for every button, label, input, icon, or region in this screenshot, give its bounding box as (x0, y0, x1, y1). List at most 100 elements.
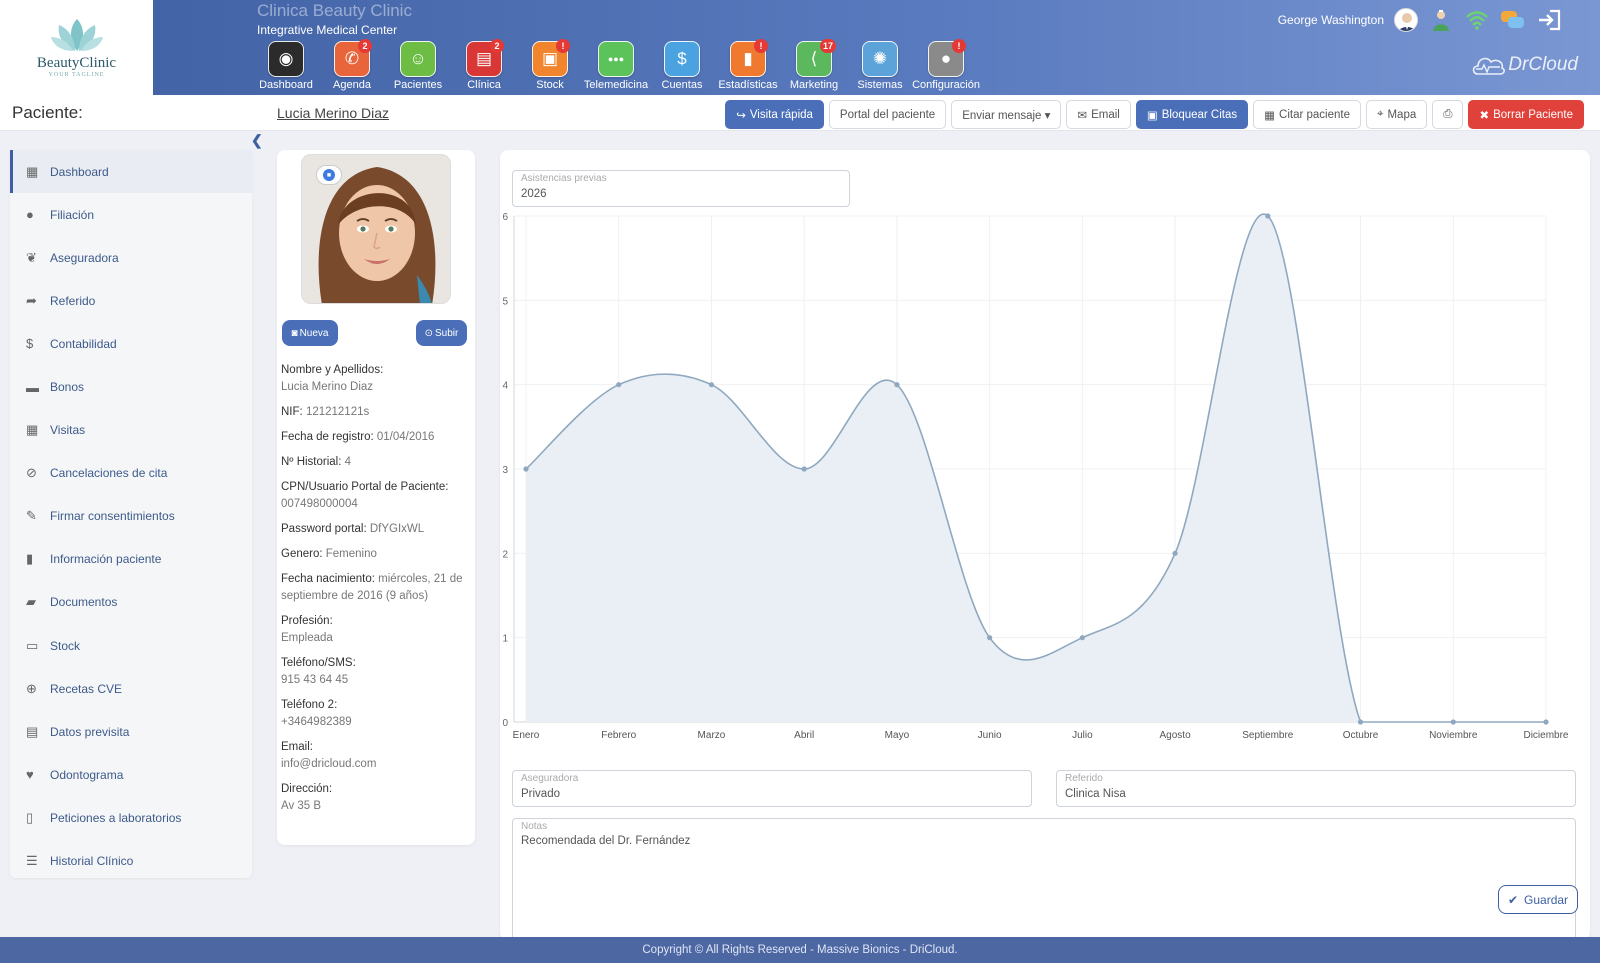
patient-info-value: 121212121s (305, 406, 370, 418)
notes-value: Recomendada del Dr. Fernández (521, 835, 691, 847)
block-appointments-button-label: Bloquear Citas (1161, 108, 1238, 121)
sidebar-item[interactable]: ▮ Información paciente (10, 538, 252, 581)
nav-clipboard[interactable]: ▤ Clínica 2 (451, 39, 517, 95)
nav-patient[interactable]: ☺ Pacientes (385, 41, 451, 95)
patient-bar: Paciente: Lucia Merino Diaz ↪ Visita rápi… (0, 95, 1600, 131)
user-name[interactable]: George Washington (1278, 13, 1384, 27)
sidebar-item[interactable]: ☰ Historial Clínico (10, 840, 252, 883)
chart-area (526, 214, 1546, 722)
chart-point (1079, 635, 1085, 641)
patient-name-link[interactable]: Lucia Merino Diaz (277, 105, 389, 121)
sidebar-item[interactable]: ✎ Firmar consentimientos (10, 495, 252, 538)
patient-info-value: 4 (344, 456, 352, 468)
logout-icon[interactable] (1536, 8, 1562, 32)
patient-info-key: Teléfono 2: (281, 699, 338, 711)
new-photo-button[interactable]: ◙ Nueva (282, 320, 338, 346)
dashboard-panel: Asistencias previas 2026 0 1 2 3 4 5 6 Enero Feb… (500, 150, 1590, 940)
nav-phone[interactable]: ✆ Agenda 2 (319, 39, 385, 95)
nav-money-hand[interactable]: $ Cuentas (649, 41, 715, 95)
year-select-value: 2026 (521, 188, 547, 200)
insurer-value: Privado (521, 788, 560, 800)
save-button[interactable]: ✔ Guardar (1498, 885, 1578, 914)
send-message-dropdown[interactable]: Enviar mensaje ▾ (951, 100, 1062, 129)
sidebar-item[interactable]: ⊘ Cancelaciones de cita (10, 452, 252, 495)
upload-icon: ⊙ (424, 327, 434, 339)
sidebar-item[interactable]: ▦ Dashboard (10, 150, 252, 194)
patient-info-row: Email: info@dricloud.com (281, 739, 471, 773)
collapse-sidebar-icon[interactable]: ❮ (251, 132, 263, 149)
print-button[interactable]: ⎙ (1432, 100, 1464, 129)
video-call-chip[interactable]: ■ (316, 165, 342, 185)
chart-x-tick-label: Enero (513, 730, 540, 741)
nav-gear[interactable]: ✺ Sistemas (847, 41, 913, 95)
sidebar-item[interactable]: ▬ Bonos (10, 365, 252, 408)
patient-info-key: NIF: (281, 406, 303, 418)
patient-info-row: Fecha nacimiento: miércoles, 21 de septi… (281, 571, 471, 605)
nav-box[interactable]: ▣ Stock! (517, 39, 583, 95)
email-button-label: Email (1091, 108, 1120, 121)
delete-patient-icon: ✖ (1479, 109, 1490, 122)
sidebar-item-label: Odontograma (50, 767, 124, 782)
chart-point (1265, 213, 1271, 219)
sidebar-item[interactable]: ▭ Stock (10, 624, 252, 667)
patient-info-value: 01/04/2016 (376, 431, 435, 443)
money-hand-icon: $ (664, 41, 700, 77)
patient-info-row: Password portal: DfYGIxWL (281, 521, 471, 538)
referred-field[interactable]: Referido Clinica Nisa (1056, 770, 1576, 807)
sidebar-item[interactable]: ♥ Odontograma (10, 753, 252, 796)
nav-label: Telemedicina (583, 79, 649, 91)
email-button[interactable]: ✉ Email (1066, 100, 1131, 129)
notes-textarea[interactable]: Notas Recomendada del Dr. Fernández (512, 818, 1576, 940)
nav-chat[interactable]: ●●● Telemedicina (583, 41, 649, 95)
delete-patient-button[interactable]: ✖ Borrar Paciente (1468, 100, 1584, 129)
map-button[interactable]: ⌖ Mapa (1365, 100, 1428, 129)
patient-portal-button[interactable]: Portal del paciente (828, 100, 947, 129)
sidebar-item[interactable]: ⊕ Recetas CVE (10, 667, 252, 710)
clinic-logo[interactable]: BeautyClinic YOUR TAGLINE (0, 0, 153, 95)
block-appointments-button[interactable]: ▣ Bloquear Citas (1135, 100, 1249, 129)
schedule-patient-button[interactable]: ▦ Citar paciente (1253, 100, 1361, 129)
chart-point (523, 466, 529, 472)
sidebar-item[interactable]: ▰ Documentos (10, 581, 252, 624)
insurer-field[interactable]: Aseguradora Privado (512, 770, 1032, 807)
sidebar-item-label: Documentos (50, 595, 118, 610)
patient-actions: ↪ Visita rápida Portal del paciente Enviar … (725, 100, 1584, 129)
nav-user-settings[interactable]: ● Configuración! (912, 39, 980, 95)
sidebar-item[interactable]: ❦ Aseguradora (10, 236, 252, 279)
sidebar-item-label: Historial Clínico (50, 854, 134, 869)
user-area: George Washington (1278, 8, 1562, 32)
nurse-icon[interactable] (1428, 8, 1454, 32)
sidebar-item[interactable]: ➦ Referido (10, 279, 252, 322)
sidebar-item-label: Referido (50, 293, 96, 308)
nav-share[interactable]: ⟨ Marketing 17 (781, 39, 847, 95)
nav-speedometer[interactable]: ◉ Dashboard (253, 41, 319, 95)
wifi-icon[interactable] (1464, 8, 1490, 32)
patient-info-key: Nº Historial: (281, 456, 342, 468)
patient-info-value: +3464982389 (281, 716, 352, 728)
sidebar-item[interactable]: ● Filiación (10, 193, 252, 236)
year-select[interactable]: Asistencias previas 2026 (512, 170, 850, 207)
nav-label: Estadísticas (718, 79, 778, 91)
sidebar-item[interactable]: ▯ Peticiones a laboratorios (10, 796, 252, 839)
nav-label: Stock (536, 79, 564, 91)
chart-y-tick-label: 3 (502, 465, 508, 476)
check-icon: ✔ (1507, 892, 1519, 907)
chart-y-tick-label: 0 (502, 718, 508, 729)
quick-visit-button[interactable]: ↪ Visita rápida (725, 100, 824, 129)
sidebar-item-label: Filiación (50, 207, 95, 222)
sidebar-item-label: Información paciente (50, 552, 162, 567)
nav-bar-chart[interactable]: ▮ Estadísticas! (715, 39, 781, 95)
chart-point (801, 466, 807, 472)
upload-photo-button[interactable]: ⊙ Subir (416, 320, 467, 346)
sidebar-item-icon: ♥ (26, 767, 34, 783)
drcloud-wordmark: DrCloud (1508, 54, 1578, 75)
sidebar-item-icon: ▦ (26, 163, 39, 179)
sidebar-item-label: Dashboard (50, 164, 109, 179)
notes-label: Notas (521, 821, 548, 832)
sidebar-item[interactable]: ▤ Datos previsita (10, 710, 252, 753)
sidebar-item[interactable]: $ Contabilidad (10, 322, 252, 365)
logo-name: BeautyClinic (36, 55, 117, 71)
user-avatar[interactable] (1394, 8, 1418, 32)
sidebar-item[interactable]: ▦ Visitas (10, 409, 252, 452)
messages-icon[interactable] (1500, 8, 1526, 32)
